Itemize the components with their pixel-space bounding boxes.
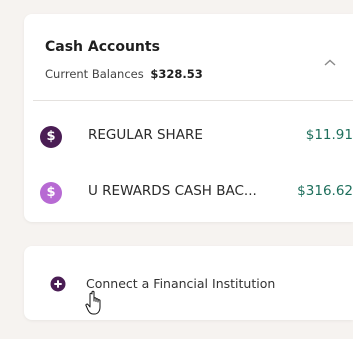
panel-title: Cash Accounts — [45, 39, 160, 55]
connect-institution-card[interactable]: Connect a Financial Institution — [24, 246, 353, 320]
account-balance: $316.62 — [297, 183, 353, 199]
hand-cursor-icon — [85, 290, 101, 315]
plus-circle-icon[interactable] — [50, 276, 66, 292]
account-row-regular-share[interactable]: $ REGULAR SHARE $11.91 — [24, 116, 353, 156]
account-row-u-rewards[interactable]: $ U REWARDS CASH BAC... $316.62 — [24, 172, 353, 212]
account-balance: $11.91 — [305, 127, 353, 143]
header-divider — [33, 100, 353, 101]
chevron-up-icon[interactable] — [321, 54, 339, 72]
cash-accounts-header[interactable]: Cash Accounts Current Balances $328.53 — [24, 14, 353, 100]
cash-accounts-panel: Cash Accounts Current Balances $328.53 $… — [24, 14, 353, 222]
account-name: REGULAR SHARE — [88, 127, 203, 143]
current-balances-label: Current Balances — [45, 67, 144, 81]
total-balance: $328.53 — [150, 67, 203, 81]
current-balances-summary: Current Balances $328.53 — [45, 67, 203, 81]
dollar-icon: $ — [40, 182, 62, 204]
dollar-icon: $ — [40, 126, 62, 148]
connect-financial-institution-link[interactable]: Connect a Financial Institution — [86, 276, 275, 291]
account-name: U REWARDS CASH BAC... — [88, 183, 257, 199]
